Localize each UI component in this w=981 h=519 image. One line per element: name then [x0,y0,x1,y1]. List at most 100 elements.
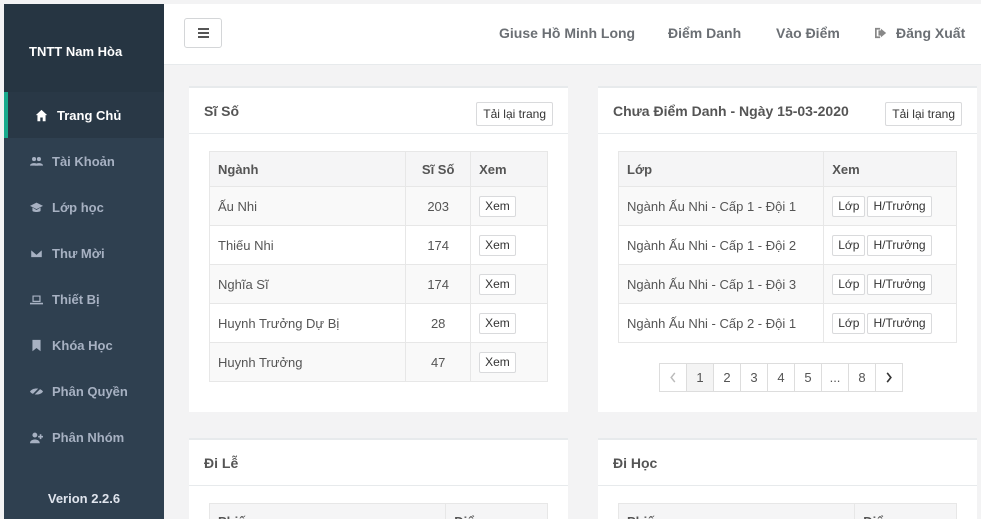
di-le-table: Phiếu Điểm [208,503,548,519]
nganh-cell: Ấu Nhi [208,186,407,226]
panel-title: Sĩ Số [204,103,240,119]
table-row: Ấu Nhi 203 Xem [208,186,548,226]
panel-di-hoc: Đi Học Phiếu Điểm [598,438,977,519]
panel-title: Chưa Điểm Danh - Ngày 15-03-2020 [613,103,849,119]
table-row: Thiếu Nhi 174 Xem [208,225,548,265]
panel-title: Đi Học [613,455,658,471]
di-hoc-table: Phiếu Điểm [617,503,957,519]
pagination-page-8[interactable]: 8 [848,363,876,392]
leader-button[interactable]: H/Trưởng [867,234,932,256]
class-button[interactable]: Lớp [832,312,866,334]
view-button[interactable]: Xem [479,195,516,217]
sidebar-item-tai-khoan[interactable]: Tài Khoản [4,138,164,184]
view-button[interactable]: Xem [479,351,516,373]
view-button[interactable]: Xem [479,234,516,256]
column-header: Xem [470,151,548,187]
chevron-left-icon [670,372,676,383]
reload-button[interactable]: Tải lại trang [476,102,553,126]
table-row: Huynh Trưởng 47 Xem [208,342,548,382]
nganh-cell: Huynh Trưởng [208,342,407,382]
sidebar-item-lop-hoc[interactable]: Lớp học [4,184,164,230]
column-header: Sĩ Số [405,151,472,187]
column-header: Xem [823,151,957,187]
sidebar: TNTT Nam Hòa Trang Chủ Tài Khoản Lớp học… [4,4,164,519]
class-button[interactable]: Lớp [832,195,866,217]
users-icon [28,154,44,168]
brand-title: TNTT Nam Hòa [4,4,164,92]
table-row: Ngành Ấu Nhi - Cấp 2 - Đội 1 Lớp H/Trưởng [617,303,957,343]
count-cell: 174 [405,264,472,304]
sidebar-item-label: Khóa Học [52,337,113,353]
class-cell: Ngành Ấu Nhi - Cấp 1 - Đội 2 [617,225,825,265]
sidebar-item-label: Trang Chủ [57,107,122,123]
sidebar-item-thiet-bi[interactable]: Thiết Bị [4,276,164,322]
pagination-page-1[interactable]: 1 [686,363,714,392]
pagination-page-2[interactable]: 2 [713,363,741,392]
bookmark-icon [28,338,44,352]
leader-button[interactable]: H/Trưởng [867,312,932,334]
chevron-right-icon [886,372,892,383]
class-button[interactable]: Lớp [832,273,866,295]
home-icon [33,108,49,122]
table-row: Nghĩa Sĩ 174 Xem [208,264,548,304]
nganh-cell: Nghĩa Sĩ [208,264,407,304]
sidebar-item-label: Phân Quyền [52,383,128,399]
column-header: Điểm [445,503,548,519]
laptop-icon [28,292,44,306]
view-button[interactable]: Xem [479,273,516,295]
sidebar-item-khoa-hoc[interactable]: Khóa Học [4,322,164,368]
class-cell: Ngành Ấu Nhi - Cấp 1 - Đội 3 [617,264,825,304]
eye-slash-icon [28,384,44,398]
panel-si-so: Sĩ Số Tải lại trang Ngành Sĩ Số Xem Ấu N… [189,86,568,412]
view-button[interactable]: Xem [479,312,516,334]
sidebar-item-label: Tài Khoản [52,153,115,169]
nganh-cell: Huynh Trưởng Dự Bị [208,303,407,343]
table-row: Ngành Ấu Nhi - Cấp 1 - Đội 2 Lớp H/Trưởng [617,225,957,265]
pagination-page-4[interactable]: 4 [767,363,795,392]
nganh-cell: Thiếu Nhi [208,225,407,265]
table-row: Ngành Ấu Nhi - Cấp 1 - Đội 3 Lớp H/Trưởng [617,264,957,304]
top-navbar: Giuse Hồ Minh Long Điểm Danh Vào Điểm Đă… [164,4,981,65]
class-button[interactable]: Lớp [832,234,866,256]
grades-link[interactable]: Vào Điểm [776,25,840,41]
logout-link[interactable]: Đăng Xuất [874,25,965,41]
envelope-icon [28,246,44,260]
attendance-link[interactable]: Điểm Danh [668,25,741,41]
hamburger-icon [197,32,209,34]
sidebar-item-thu-moi[interactable]: Thư Mời [4,230,164,276]
class-cell: Ngành Ấu Nhi - Cấp 2 - Đội 1 [617,303,825,343]
leader-button[interactable]: H/Trưởng [867,195,932,217]
si-so-table: Ngành Sĩ Số Xem Ấu Nhi 203 Xem Thiếu Nhi… [208,151,548,382]
chua-diem-danh-table: Lớp Xem Ngành Ấu Nhi - Cấp 1 - Đội 1 Lớp… [617,151,957,343]
logout-label: Đăng Xuất [896,25,966,41]
panel-di-le: Đi Lễ Phiếu Điểm [189,438,568,519]
column-header: Phiếu [617,503,856,519]
pagination-page-3[interactable]: 3 [740,363,768,392]
reload-button[interactable]: Tải lại trang [885,102,962,126]
pagination-next-button[interactable] [875,363,903,392]
graduation-cap-icon [28,200,44,214]
leader-button[interactable]: H/Trưởng [867,273,932,295]
count-cell: 203 [405,186,472,226]
class-cell: Ngành Ấu Nhi - Cấp 1 - Đội 1 [617,186,825,226]
count-cell: 28 [405,303,472,343]
table-row: Huynh Trưởng Dự Bị 28 Xem [208,303,548,343]
pagination-ellipsis: ... [821,363,849,392]
pagination-prev-button[interactable] [659,363,687,392]
panel-title: Đi Lễ [204,455,239,471]
sidebar-item-label: Thiết Bị [52,291,100,307]
sidebar-item-trang-chu[interactable]: Trang Chủ [4,92,164,138]
sidebar-item-phan-quyen[interactable]: Phân Quyền [4,368,164,414]
column-header: Phiếu [208,503,447,519]
user-name-link[interactable]: Giuse Hồ Minh Long [499,25,635,41]
pagination-page-5[interactable]: 5 [794,363,822,392]
menu-toggle-button[interactable] [184,18,222,48]
sidebar-item-phan-nhom[interactable]: Phân Nhóm [4,414,164,460]
column-header: Lớp [617,151,825,187]
column-header: Điểm [854,503,957,519]
sidebar-item-label: Phân Nhóm [52,429,125,445]
count-cell: 47 [405,342,472,382]
count-cell: 174 [405,225,472,265]
sidebar-item-label: Lớp học [52,199,104,215]
table-row: Ngành Ấu Nhi - Cấp 1 - Đội 1 Lớp H/Trưởng [617,186,957,226]
